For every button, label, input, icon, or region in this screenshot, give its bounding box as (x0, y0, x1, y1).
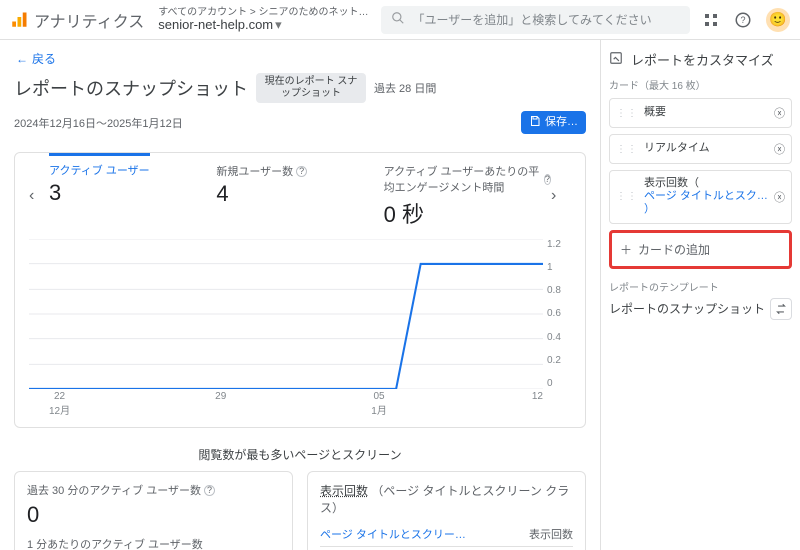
pages-col-right: 表示回数 (529, 526, 573, 542)
metric-active-users[interactable]: アクティブ ユーザー 3 (49, 163, 216, 206)
remove-icon[interactable]: ⓧ (774, 141, 785, 157)
back-button[interactable]: ← 戻る (16, 50, 586, 67)
metric-engagement[interactable]: アクティブ ユーザーあたりの平均エンゲージメント時間 ? 0 秒 (384, 163, 551, 229)
period-range: 2024年12月16日〜2025年1月12日 (14, 115, 183, 131)
drag-handle-icon[interactable]: ⋮⋮ (616, 108, 638, 119)
realtime-card: 過去 30 分のアクティブ ユーザー数 ? 0 1 分あたりのアクティブ ユーザ… (14, 471, 293, 550)
brand-name: アナリティクス (34, 8, 144, 32)
report-chip: 現在のレポート スナップショット (256, 73, 366, 103)
account-picker[interactable]: すべてのアカウント > シニアのためのネット… senior-net-help.… (158, 7, 368, 32)
template-label: レポートのテンプレート (609, 279, 792, 294)
metrics-prev[interactable]: ‹ (29, 187, 49, 205)
help-icon[interactable]: ? (544, 174, 551, 185)
drag-handle-icon[interactable]: ⋮⋮ (616, 191, 638, 202)
template-value: レポートのスナップショット (609, 300, 765, 317)
account-domain: senior-net-help.com (158, 18, 273, 32)
ga-logo (10, 11, 28, 29)
side-title: レポートをカスタマイズ (609, 50, 792, 69)
swap-template-button[interactable] (770, 298, 792, 320)
search-input[interactable]: 「ユーザーを追加」と検索してみてください (381, 6, 690, 34)
period-label: 過去 28 日間 (374, 80, 436, 96)
customize-icon (609, 51, 623, 68)
page-title: レポートのスナップショット (14, 75, 248, 101)
chart-x-axis: 2212月29051月12 (29, 389, 571, 423)
card-item-realtime[interactable]: ⋮⋮ リアルタイム ⓧ (609, 134, 792, 164)
chevron-down-icon: ▾ (275, 18, 282, 32)
help-icon[interactable]: ? (734, 11, 752, 29)
save-icon (529, 115, 541, 130)
remove-icon[interactable]: ⓧ (774, 105, 785, 121)
overview-card: ‹ アクティブ ユーザー 3 新規ユーザー数 ? 4 アクティブ ユーザーあたり… (14, 152, 586, 428)
pages-card: 表示回数 （ページ タイトルとスクリーン クラス） ページ タイトルとスクリー…… (307, 471, 586, 550)
save-label: 保存… (545, 116, 578, 128)
arrow-left-icon: ← (16, 52, 28, 66)
search-placeholder: 「ユーザーを追加」と検索してみてください (413, 11, 652, 28)
save-button[interactable]: 保存… (521, 111, 586, 134)
chart-y-axis: 1.210.80.60.40.20 (543, 239, 571, 389)
line-chart (29, 239, 543, 389)
card-item-overview[interactable]: ⋮⋮ 概要 ⓧ (609, 98, 792, 128)
metric-new-users[interactable]: 新規ユーザー数 ? 4 (216, 163, 383, 207)
help-icon[interactable]: ? (204, 485, 215, 496)
remove-icon[interactable]: ⓧ (774, 189, 785, 205)
metrics-next[interactable]: › (551, 187, 571, 205)
drag-handle-icon[interactable]: ⋮⋮ (616, 144, 638, 155)
pages-title-a: 表示回数 (320, 484, 368, 498)
cards-meta: カード（最大 16 枚） (609, 77, 792, 92)
plus-icon: ＋ (620, 241, 632, 258)
back-label: 戻る (32, 50, 56, 67)
avatar[interactable]: 🙂 (766, 8, 790, 32)
section-subtitle: 閲覧数が最も多いページとスクリーン (14, 446, 586, 463)
help-icon[interactable]: ? (296, 166, 307, 177)
search-icon (391, 11, 405, 28)
card-item-views[interactable]: ⋮⋮ 表示回数（ ページ タイトルとスク… ） ⓧ (609, 170, 792, 224)
pages-col-left: ページ タイトルとスクリー… (320, 526, 466, 542)
add-card-button[interactable]: ＋ カードの追加 (609, 230, 792, 269)
apps-icon[interactable] (702, 11, 720, 29)
svg-text:?: ? (740, 15, 745, 25)
